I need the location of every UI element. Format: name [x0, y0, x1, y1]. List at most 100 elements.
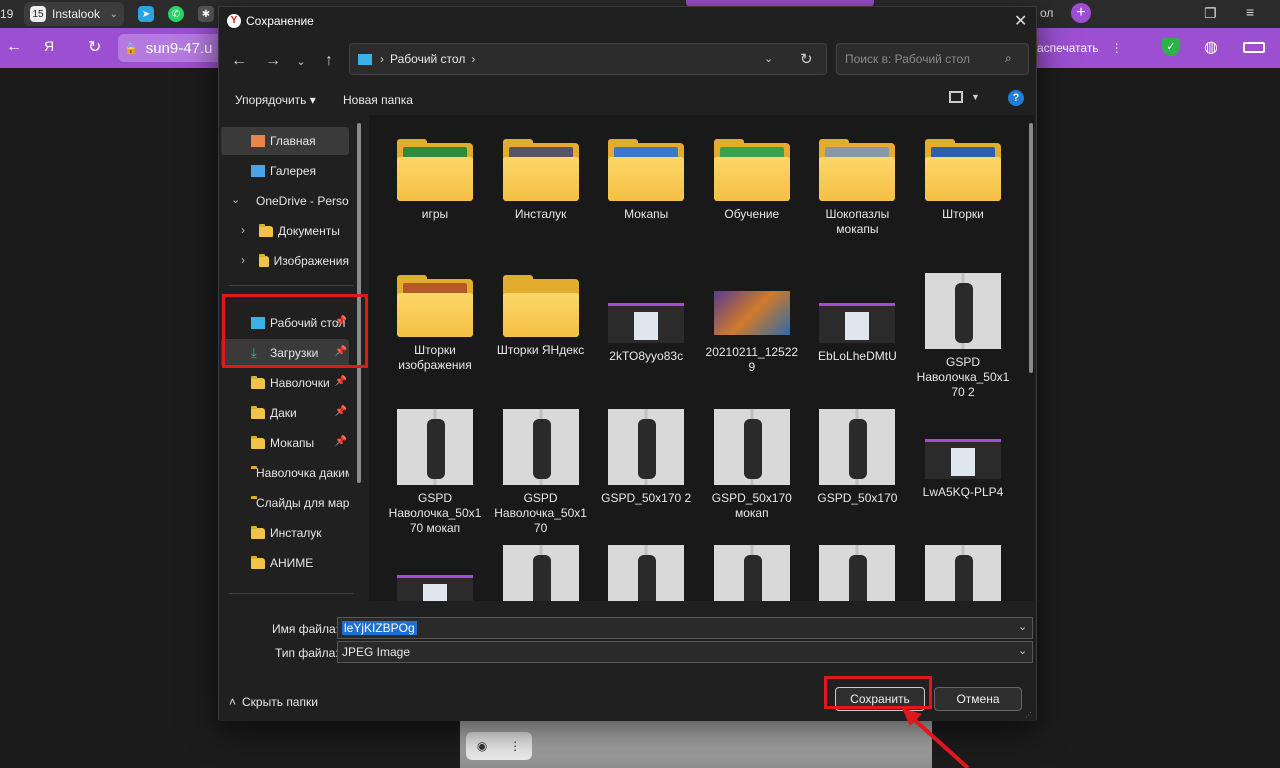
- print-button[interactable]: аспечатать ⋮: [1037, 36, 1139, 60]
- resize-grip-icon[interactable]: ⋰: [1025, 711, 1032, 719]
- folder-item[interactable]: Инсталук: [493, 137, 589, 222]
- sidebar-item-1[interactable]: Галерея: [221, 157, 349, 185]
- tab-instalook[interactable]: 15 Instalook ⌄: [24, 2, 124, 26]
- path-segment[interactable]: Рабочий стол: [390, 52, 465, 66]
- folder-icon: [251, 435, 265, 449]
- chevron-down-icon[interactable]: ⌄: [1018, 644, 1027, 657]
- sidebar-item-9[interactable]: Мокапы 📌: [221, 429, 349, 457]
- sidebar-item-7[interactable]: Наволочки 📌: [221, 369, 349, 397]
- sidebar-item-label: Даки: [270, 406, 297, 420]
- sidebar-item-12[interactable]: Инсталук: [221, 519, 349, 547]
- view-icon[interactable]: [949, 91, 963, 103]
- file-item[interactable]: GSPD_50x170: [809, 409, 905, 506]
- grid-scrollbar[interactable]: [1029, 123, 1033, 373]
- sidebar-item-10[interactable]: Наволочка дакимакура: [221, 459, 349, 487]
- chevron-down-icon[interactable]: ⌄: [110, 9, 118, 20]
- file-item[interactable]: 20210211_125229: [704, 273, 800, 375]
- filetype-value: JPEG Image: [342, 645, 411, 659]
- view-dropdown-icon[interactable]: ▼: [971, 92, 980, 102]
- filename-value: leYjKIZBPOg: [342, 621, 417, 635]
- file-item[interactable]: LwA5KQ-PLP4: [915, 409, 1011, 500]
- item-label: LwA5KQ-PLP4: [922, 485, 1004, 499]
- folder-item[interactable]: Шторки: [915, 137, 1011, 222]
- more-icon[interactable]: ⋮: [1111, 41, 1123, 55]
- chevron-down-icon[interactable]: ⌄: [1018, 620, 1027, 633]
- tabs-icon[interactable]: ❐: [1204, 5, 1217, 22]
- filename-field[interactable]: leYjKIZBPOg ⌄: [337, 617, 1033, 639]
- shield-icon[interactable]: ✓: [1162, 38, 1180, 56]
- search-input[interactable]: Поиск в: Рабочий стол ⌕: [836, 43, 1029, 75]
- tab-counter[interactable]: 19: [0, 7, 13, 21]
- folder-item[interactable]: Шторки ЯНдекс: [493, 273, 589, 358]
- item-label: 20210211_125229: [705, 345, 799, 374]
- new-tab-icon[interactable]: +: [1071, 3, 1091, 23]
- camera-icon[interactable]: ◉: [477, 739, 487, 753]
- new-folder-button[interactable]: Новая папка: [343, 93, 413, 107]
- hide-folders-toggle[interactable]: ˄ Скрыть папки: [229, 695, 318, 709]
- file-item[interactable]: [598, 545, 694, 601]
- folder-item[interactable]: Шокопазлы мокапы: [809, 137, 905, 237]
- folder-item[interactable]: Мокапы: [598, 137, 694, 222]
- photo-thumbnail: [925, 273, 1001, 349]
- sidebar-item-label: Наволочки: [270, 376, 330, 390]
- folder-icon: [259, 253, 269, 267]
- sidebar-item-0[interactable]: Главная: [221, 127, 349, 155]
- url-field[interactable]: 🔒 sun9-47.u: [118, 34, 228, 62]
- file-item[interactable]: GSPD Наволочка_50x170 2: [915, 273, 1011, 400]
- sidebar-item-11[interactable]: Слайды для маркетплейса: [221, 489, 349, 517]
- organize-button[interactable]: Упорядочить ▾: [235, 93, 316, 107]
- file-item[interactable]: [387, 545, 483, 601]
- reload-icon[interactable]: ↻: [88, 37, 101, 57]
- file-item[interactable]: GSPD_50x170 2: [598, 409, 694, 506]
- sidebar-item-13[interactable]: АНИМЕ: [221, 549, 349, 577]
- file-item[interactable]: [704, 545, 800, 601]
- folder-item[interactable]: игры: [387, 137, 483, 222]
- pin-icon[interactable]: 📌: [335, 376, 347, 387]
- forward-arrow-icon[interactable]: →: [261, 49, 285, 73]
- file-item[interactable]: 2kTO8yyo83c: [598, 273, 694, 364]
- sidebar-item-3[interactable]: › Документы: [221, 217, 349, 245]
- sidebar-item-8[interactable]: Даки 📌: [221, 399, 349, 427]
- refresh-icon[interactable]: ↻: [800, 50, 813, 68]
- tab-fragment[interactable]: ол: [1040, 6, 1053, 20]
- folder-icon: [397, 139, 473, 201]
- file-item[interactable]: GSPD Наволочка_50x170: [493, 409, 589, 536]
- expand-icon[interactable]: ›: [241, 253, 245, 267]
- sidebar-item-2[interactable]: ⌄ OneDrive - Personal: [221, 187, 349, 215]
- expand-icon[interactable]: ⌄: [231, 193, 240, 206]
- back-arrow-icon[interactable]: ←: [227, 49, 251, 73]
- folder-item[interactable]: Обучение: [704, 137, 800, 222]
- expand-icon[interactable]: ›: [241, 223, 245, 237]
- annotation-arrow-icon: [902, 708, 970, 768]
- recent-dropdown-icon[interactable]: ⌄: [289, 49, 313, 73]
- up-arrow-icon[interactable]: ↑: [317, 49, 341, 73]
- filetype-select[interactable]: JPEG Image ⌄: [337, 641, 1033, 663]
- file-item[interactable]: GSPD_50x170 мокап: [704, 409, 800, 521]
- folder-icon: [251, 555, 265, 569]
- file-item[interactable]: [915, 545, 1011, 601]
- help-icon[interactable]: ?: [1008, 90, 1024, 106]
- file-item[interactable]: EbLoLheDMtU: [809, 273, 905, 364]
- photo-thumbnail: [608, 409, 685, 485]
- file-item[interactable]: [493, 545, 589, 601]
- sidebar-item-4[interactable]: › Изображения: [221, 247, 349, 275]
- back-icon[interactable]: ←: [6, 38, 22, 56]
- yandex-icon[interactable]: Я: [44, 38, 54, 54]
- screenshot-thumbnail: [608, 303, 685, 343]
- filename-label: Имя файла:: [272, 622, 339, 636]
- menu-icon[interactable]: ≡: [1246, 4, 1254, 20]
- folder-item[interactable]: Шторки изображения: [387, 273, 483, 373]
- file-item[interactable]: [809, 545, 905, 601]
- photo-thumbnail: [608, 545, 685, 601]
- pin-icon[interactable]: 📌: [335, 406, 347, 417]
- pin-icon[interactable]: 📌: [335, 436, 347, 447]
- chatgpt-icon[interactable]: ✱: [198, 6, 214, 22]
- more-vertical-icon[interactable]: ⋮: [509, 739, 521, 753]
- file-item[interactable]: GSPD Наволочка_50x170 мокап: [387, 409, 483, 536]
- close-icon[interactable]: ✕: [1014, 11, 1027, 31]
- whatsapp-icon[interactable]: ✆: [168, 6, 184, 22]
- globe-icon[interactable]: ◍: [1204, 37, 1218, 57]
- address-path[interactable]: › Рабочий стол › ⌄ ↻: [349, 43, 827, 75]
- path-dropdown-icon[interactable]: ⌄: [764, 52, 773, 65]
- telegram-icon[interactable]: ➤: [138, 6, 154, 22]
